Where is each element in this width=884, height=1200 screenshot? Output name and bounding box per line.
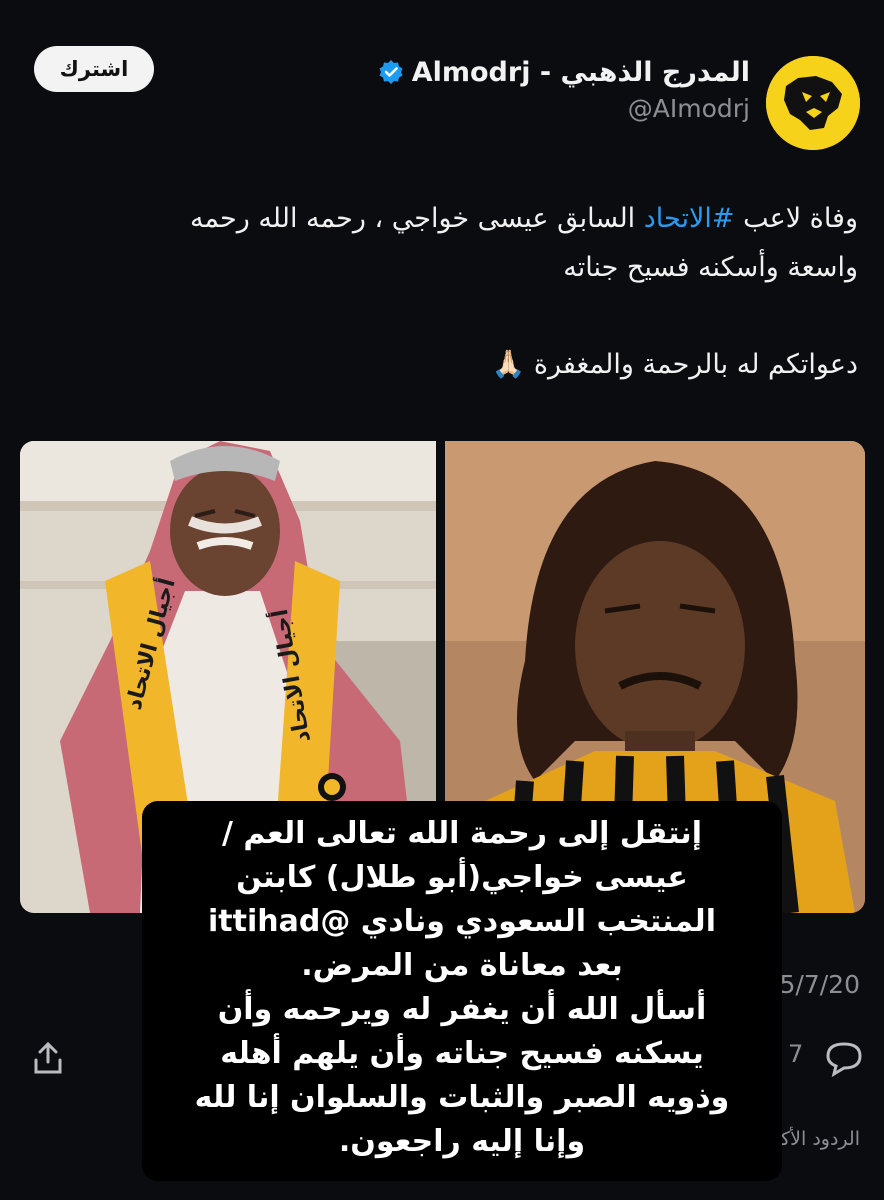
post-line-1: وفاة لاعب #الاتحاد السابق عيسى خواجي ، ر…: [28, 194, 858, 243]
overlay-line: أسأل الله أن يغفر له ويرحمه وأن: [217, 992, 707, 1027]
overlay-line: وذويه الصبر والثبات والسلوان إنا لله: [194, 1080, 730, 1115]
post-text: وفاة لاعب #الاتحاد السابق عيسى خواجي ، ر…: [28, 194, 858, 389]
post-line-1-suffix: السابق عيسى خواجي ، رحمه الله رحمه: [189, 203, 644, 234]
overlay-line: بعد معاناة من المرض.: [301, 948, 623, 983]
share-icon[interactable]: [30, 1040, 66, 1076]
account-avatar[interactable]: [766, 56, 860, 150]
post-line-3: دعواتكم له بالرحمة والمغفرة 🙏🏻: [491, 349, 858, 380]
overlay-line: المنتخب السعودي ونادي @ittihad: [208, 904, 716, 939]
verified-badge-icon: [379, 60, 403, 84]
reply-icon[interactable]: [822, 1038, 866, 1078]
post-line-2: واسعة وأسكنه فسيح جناته: [563, 252, 858, 283]
post-line-1-prefix: وفاة لاعب: [734, 203, 858, 234]
reply-count: 7: [788, 1040, 804, 1068]
overlay-line: عيسى خواجي(أبو طلال) كابتن: [236, 860, 688, 895]
account-handle[interactable]: @AImodrj: [628, 94, 750, 123]
hashtag-link[interactable]: #الاتحاد: [644, 203, 735, 234]
tiger-logo-icon: [766, 56, 860, 150]
overlay-line: وإنا إليه راجعون.: [338, 1124, 586, 1159]
account-display-name[interactable]: المدرج الذهبي - Almodrj: [412, 57, 750, 88]
account-name-row[interactable]: المدرج الذهبي - Almodrj: [378, 55, 750, 89]
overlay-line: يسكنه فسيح جناته وأن يلهم أهله: [220, 1036, 704, 1071]
story-text-content: إنتقل إلى رحمة الله تعالى العم / عيسى خو…: [142, 812, 782, 1164]
subscribe-button[interactable]: اشترك: [34, 46, 154, 92]
overlay-line: إنتقل إلى رحمة الله تعالى العم /: [222, 816, 702, 851]
